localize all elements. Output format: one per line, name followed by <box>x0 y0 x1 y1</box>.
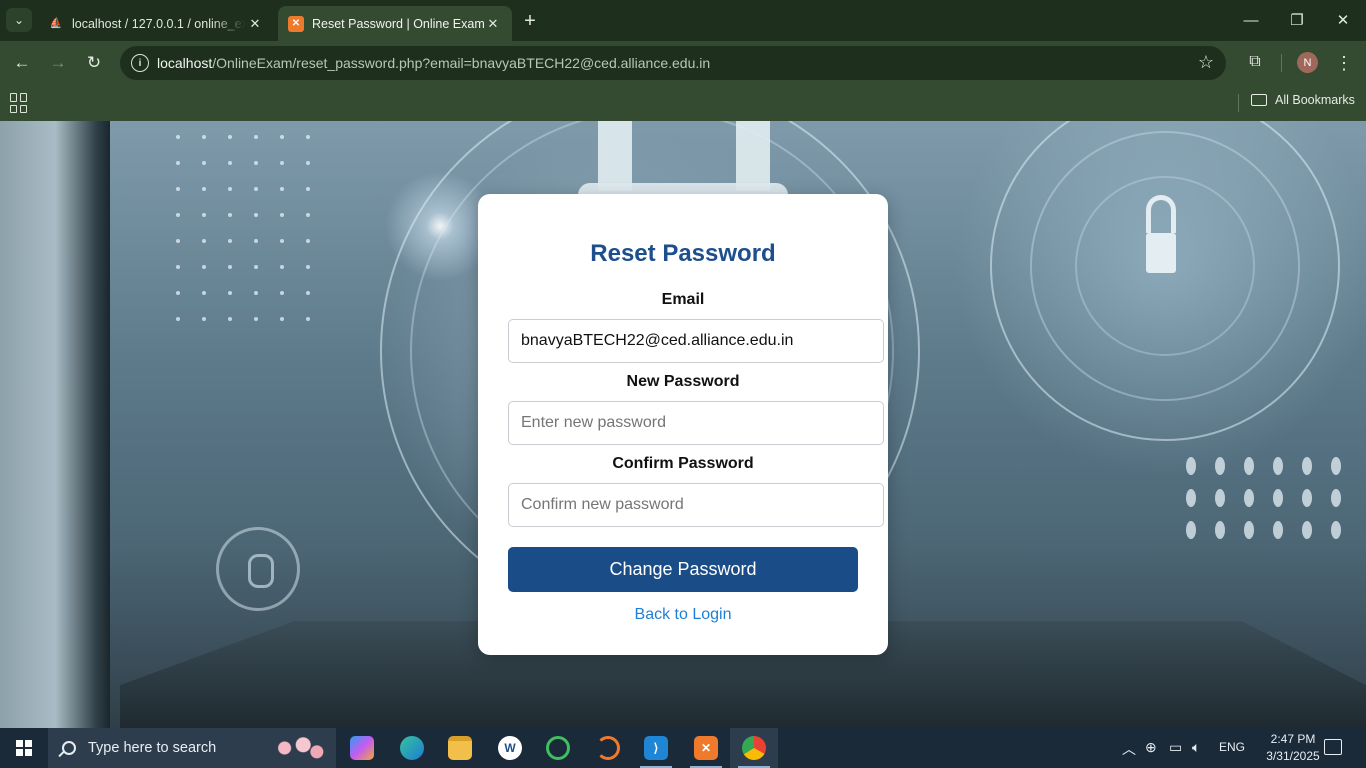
xampp-icon: ✕ <box>694 736 718 760</box>
tray-chevron-up-icon[interactable]: ︿ <box>1122 739 1136 759</box>
email-label: Email <box>661 291 705 308</box>
email-field[interactable] <box>508 319 884 363</box>
page-title: Reset Password <box>590 240 776 267</box>
extensions-puzzle-icon[interactable]: ⧉ <box>1243 50 1267 74</box>
padlock-icon <box>1146 195 1176 273</box>
folder-icon <box>1251 94 1267 106</box>
background-padlock-shackle <box>598 121 770 191</box>
search-icon <box>62 741 76 755</box>
new-password-field[interactable] <box>508 401 884 445</box>
new-tab-button[interactable]: + <box>518 9 542 33</box>
minimize-icon[interactable]: — <box>1228 0 1274 40</box>
xampp-icon: ✕ <box>288 15 304 32</box>
url-text[interactable]: localhost/OnlineExam/reset_password.php?… <box>157 55 710 71</box>
clock-date: 3/31/2025 <box>1266 749 1320 763</box>
background-dot-grid <box>176 135 332 321</box>
close-window-icon[interactable]: ✕ <box>1320 0 1366 40</box>
wordpad-icon: W <box>498 736 522 760</box>
chrome-icon <box>742 736 766 760</box>
tab-search-chevron-icon[interactable]: ⌄ <box>6 8 32 32</box>
background-laptop-edge <box>0 121 110 728</box>
new-password-label: New Password <box>626 373 740 390</box>
tab-title: Reset Password | Online Exam <box>312 16 484 31</box>
apps-grid-icon[interactable] <box>10 93 30 113</box>
start-button[interactable] <box>0 728 48 768</box>
browser-toolbar: ← → ↻ i localhost/OnlineExam/reset_passw… <box>0 41 1366 85</box>
edge-icon <box>400 736 424 760</box>
background-dot-grid <box>1186 457 1360 539</box>
bookmark-star-icon[interactable]: ☆ <box>1198 52 1214 73</box>
taskbar-wordpad[interactable]: W <box>486 728 534 768</box>
forward-arrow-icon[interactable]: → <box>44 49 72 77</box>
profile-avatar[interactable]: N <box>1297 52 1318 73</box>
close-icon[interactable]: ✕ <box>246 15 264 33</box>
taskbar-chrome[interactable] <box>730 728 778 768</box>
bookmarks-bar: All Bookmarks <box>0 85 1366 121</box>
toolbar-divider <box>1281 54 1282 72</box>
address-bar[interactable]: i localhost/OnlineExam/reset_password.ph… <box>120 46 1226 80</box>
refresh-app-icon <box>546 736 570 760</box>
taskbar-clock[interactable]: 2:47 PM 3/31/2025 <box>1256 731 1330 765</box>
copilot-icon <box>350 736 374 760</box>
tab-title: localhost / 127.0.0.1 / online_exam <box>72 16 246 31</box>
more-menu-icon[interactable]: ⋮ <box>1332 50 1356 76</box>
change-password-button[interactable]: Change Password <box>508 547 858 592</box>
input-language[interactable]: ENG <box>1219 740 1245 754</box>
clock-time: 2:47 PM <box>1270 732 1316 746</box>
site-info-icon[interactable]: i <box>131 54 149 72</box>
volume-icon[interactable]: 🔈︎ <box>1192 739 1200 756</box>
confirm-password-label: Confirm Password <box>612 455 754 472</box>
tab-phpmyadmin[interactable]: ⛵ localhost / 127.0.0.1 / online_exam ✕ <box>38 6 274 41</box>
all-bookmarks-label: All Bookmarks <box>1275 93 1355 107</box>
vscode-icon: ⟩ <box>644 736 668 760</box>
browser-tab-bar: ⌄ ⛵ localhost / 127.0.0.1 / online_exam … <box>0 0 1366 41</box>
restore-icon[interactable]: ❐ <box>1274 0 1320 40</box>
bookmarks-divider <box>1238 94 1239 112</box>
taskbar-xampp[interactable]: ✕ <box>682 728 730 768</box>
taskbar-sync-app[interactable] <box>534 728 582 768</box>
taskbar-edge[interactable] <box>388 728 436 768</box>
taskbar-file-explorer[interactable] <box>436 728 484 768</box>
close-icon[interactable]: ✕ <box>484 15 502 33</box>
all-bookmarks-button[interactable]: All Bookmarks <box>1251 93 1355 107</box>
confirm-password-field[interactable] <box>508 483 884 527</box>
windows-logo-icon <box>16 740 32 756</box>
page-background: Reset Password Email New Password Confir… <box>0 121 1366 728</box>
phpmyadmin-icon: ⛵ <box>49 18 63 29</box>
tab-reset-password[interactable]: ✕ Reset Password | Online Exam ✕ <box>278 6 512 41</box>
search-highlight-image <box>266 732 328 764</box>
reload-icon[interactable]: ↻ <box>80 49 108 77</box>
reset-password-card: Reset Password Email New Password Confir… <box>478 194 888 655</box>
search-placeholder: Type here to search <box>88 740 217 756</box>
taskbar-copilot[interactable] <box>338 728 386 768</box>
notification-center-icon[interactable] <box>1324 739 1342 755</box>
taskbar-orange-app[interactable] <box>584 728 632 768</box>
back-arrow-icon[interactable]: ← <box>8 49 36 77</box>
battery-icon[interactable]: ▭ <box>1169 739 1182 756</box>
network-globe-icon[interactable]: ⊕ <box>1145 739 1157 756</box>
file-explorer-icon <box>448 736 472 760</box>
taskbar-search[interactable]: Type here to search <box>48 728 336 768</box>
windows-taskbar: Type here to search W ⟩ ✕ ︿ ⊕ ▭ 🔈︎ ENG 2… <box>0 728 1366 768</box>
background-scan-icon <box>216 527 300 611</box>
back-to-login-link[interactable]: Back to Login <box>478 606 888 624</box>
taskbar-vscode[interactable]: ⟩ <box>632 728 680 768</box>
xampp-orange-icon <box>596 736 620 760</box>
